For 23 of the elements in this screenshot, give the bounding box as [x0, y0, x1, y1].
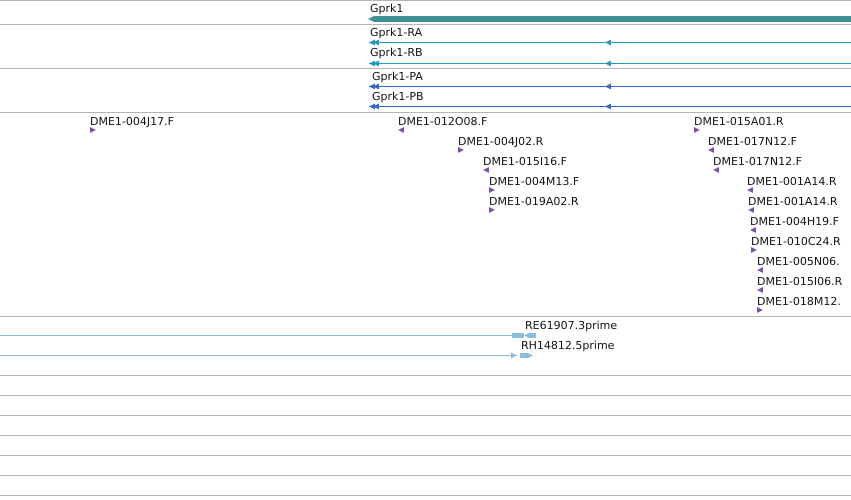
feature-label: DME1-018M12.: [757, 295, 841, 308]
feature-label: DME1-005N06.: [757, 255, 840, 268]
feature-label: DME1-004J17.F: [90, 115, 174, 128]
feature-label: RE61907.3prime: [525, 319, 618, 332]
feature-label: DME1-019A02.R: [489, 195, 579, 208]
feature-label: DME1-017N12.F: [713, 155, 802, 168]
feature-label: DME1-012O08.F: [398, 115, 488, 128]
feature-label: DME1-001A14.R: [748, 195, 838, 208]
feature-label: RH14812.5prime: [521, 339, 614, 352]
feature-label: DME1-001A14.R: [747, 175, 837, 188]
feature-label: Gprk1-RB: [370, 46, 423, 59]
feature-label: Gprk1: [370, 2, 404, 15]
feature-label: DME1-010C24.R: [751, 235, 841, 248]
feature-label: Gprk1-PA: [372, 70, 423, 83]
feature-label: DME1-015I16.F: [483, 155, 567, 168]
feature-label: DME1-017N12.F: [708, 135, 797, 148]
feature-label: DME1-015I06.R: [757, 275, 842, 288]
feature-label: Gprk1-PB: [372, 90, 424, 103]
feature-label: Gprk1-RA: [370, 26, 422, 39]
feature-label: DME1-004J02.R: [458, 135, 544, 148]
feature-label: DME1-015A01.R: [694, 115, 784, 128]
feature-label: DME1-004H19.F: [750, 215, 839, 228]
feature-label: DME1-004M13.F: [489, 175, 580, 188]
